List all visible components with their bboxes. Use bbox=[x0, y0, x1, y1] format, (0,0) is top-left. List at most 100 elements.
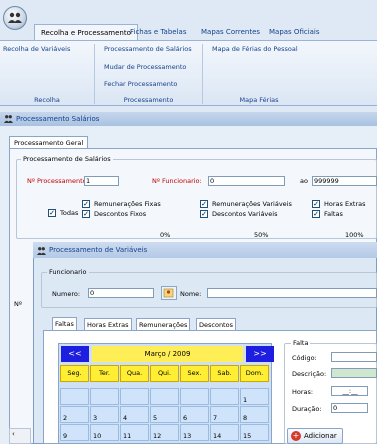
calendar-day[interactable] bbox=[90, 388, 119, 405]
inner-window-titlebar[interactable]: Processamento de Variáveis bbox=[33, 242, 377, 258]
calendar-day[interactable]: 3 bbox=[90, 406, 119, 423]
weekday-header: Qui. bbox=[150, 365, 179, 382]
weekday-header: Qua. bbox=[120, 365, 149, 382]
processamento-salarios-group bbox=[16, 159, 377, 239]
weekday-header: Seg. bbox=[60, 365, 89, 382]
calendar-day[interactable]: 9 bbox=[60, 424, 89, 441]
weekday-header: Ter. bbox=[90, 365, 119, 382]
horas-field[interactable]: __:__ bbox=[331, 386, 368, 396]
weekday-header: Sab. bbox=[210, 365, 239, 382]
duracao-field[interactable]: 0 bbox=[331, 403, 368, 413]
calendar-day[interactable]: 12 bbox=[150, 424, 179, 441]
calendar-day[interactable] bbox=[150, 388, 179, 405]
remuneracoes-fixas-checkbox[interactable]: ✓ bbox=[82, 200, 90, 208]
remuneracoes-variaveis-checkbox[interactable]: ✓ bbox=[200, 200, 208, 208]
tab-faltas[interactable]: Faltas bbox=[52, 317, 77, 331]
weekday-header: Dom. bbox=[240, 365, 269, 382]
descontos-variaveis-checkbox[interactable]: ✓ bbox=[200, 210, 208, 218]
faltas-label: Faltas bbox=[324, 210, 343, 218]
todas-label: Todas bbox=[60, 209, 79, 217]
ribbon-separator bbox=[202, 44, 203, 104]
ribbon-group-label-processamento: Processamento bbox=[123, 96, 174, 104]
people-icon bbox=[37, 247, 46, 255]
calendar-day[interactable]: 4 bbox=[120, 406, 149, 423]
descontos-fixos-label: Descontos Fixos bbox=[94, 210, 147, 218]
remuneracoes-variaveis-label: Remunerações Variáveis bbox=[212, 200, 292, 208]
todas-checkbox[interactable]: ✓ bbox=[48, 209, 56, 217]
weekday-header: Sex. bbox=[180, 365, 209, 382]
funcionario-group-title: Funcionario bbox=[47, 268, 89, 276]
horas-extras-label: Horas Extras bbox=[324, 200, 366, 208]
people-icon bbox=[4, 115, 13, 123]
tab-recolha-processamento[interactable]: Recolha e Processamento bbox=[34, 24, 138, 41]
n-funcionario-label: Nº Funcionario: bbox=[152, 177, 202, 185]
month-year-label: Março / 2009 bbox=[92, 346, 243, 362]
codigo-field[interactable] bbox=[331, 352, 377, 362]
faltas-checkbox[interactable]: ✓ bbox=[312, 210, 320, 218]
n-processamento-field[interactable]: 1 bbox=[84, 176, 119, 186]
numero-field[interactable]: 0 bbox=[88, 288, 154, 298]
adicionar-label: Adicionar bbox=[304, 432, 337, 440]
tab-mapas-correntes[interactable]: Mapas Correntes bbox=[195, 24, 266, 41]
processamento-salarios-button[interactable]: Processamento de Salários bbox=[104, 45, 192, 53]
horas-extras-checkbox[interactable]: ✓ bbox=[312, 200, 320, 208]
progress-label-0: 0% bbox=[160, 231, 171, 239]
outer-window-titlebar[interactable]: Processamento Salários bbox=[0, 112, 377, 126]
calendar-day[interactable] bbox=[120, 388, 149, 405]
prev-month-button[interactable]: << bbox=[61, 346, 89, 362]
fechar-processamento-button[interactable]: Fechar Processamento bbox=[104, 80, 177, 88]
descricao-label: Descrição: bbox=[292, 370, 327, 378]
recolha-variaveis-button[interactable]: Recolha de Variáveis bbox=[3, 45, 70, 53]
calendar-day[interactable]: 14 bbox=[210, 424, 239, 441]
descontos-variaveis-label: Descontos Variáveis bbox=[212, 210, 278, 218]
lookup-funcionario-button[interactable] bbox=[161, 286, 177, 300]
remuneracoes-fixas-label: Remunerações Fixas bbox=[94, 200, 161, 208]
list-header-fragment: Nº bbox=[14, 300, 22, 308]
people-icon bbox=[8, 12, 22, 23]
adicionar-button[interactable]: + Adicionar bbox=[287, 428, 343, 444]
ribbon-group-label-recolha: Recolha bbox=[34, 96, 60, 104]
calendar-day[interactable]: 1 bbox=[240, 388, 269, 405]
calendar-day[interactable]: 15 bbox=[240, 424, 269, 441]
calendar-day[interactable]: 6 bbox=[180, 406, 209, 423]
ao-label: ao bbox=[300, 177, 308, 185]
calendar-day[interactable]: 11 bbox=[120, 424, 149, 441]
progress-label-50: 50% bbox=[254, 231, 269, 239]
codigo-label: Código: bbox=[292, 354, 317, 362]
calendar-day[interactable] bbox=[60, 388, 89, 405]
ribbon-group-label-mapa-ferias: Mapa Férias bbox=[239, 96, 279, 104]
calendar-day[interactable] bbox=[210, 388, 239, 405]
calendar-day[interactable]: 10 bbox=[90, 424, 119, 441]
calendar-day[interactable]: 7 bbox=[210, 406, 239, 423]
add-icon: + bbox=[291, 431, 301, 441]
n-funcionario-to-field[interactable]: 999999 bbox=[312, 176, 377, 186]
duracao-label: Duração: bbox=[292, 405, 322, 413]
mudar-processamento-button[interactable]: Mudar de Processamento bbox=[104, 63, 186, 71]
calendar-day[interactable]: 2 bbox=[60, 406, 89, 423]
group-title: Processamento de Salários bbox=[21, 155, 113, 163]
search-person-icon bbox=[163, 288, 174, 298]
n-processamento-label: Nº Processamento: bbox=[27, 177, 89, 185]
app-menu-button[interactable] bbox=[3, 6, 27, 30]
nome-field[interactable] bbox=[207, 288, 377, 298]
tab-mapas-oficiais[interactable]: Mapas Oficiais bbox=[263, 24, 326, 41]
window-title: Processamento Salários bbox=[16, 115, 100, 123]
calendar-day[interactable]: 13 bbox=[180, 424, 209, 441]
calendar-day[interactable] bbox=[180, 388, 209, 405]
n-funcionario-field[interactable]: 0 bbox=[208, 176, 285, 186]
inner-window-title: Processamento de Variáveis bbox=[49, 246, 148, 254]
descontos-fixos-checkbox[interactable]: ✓ bbox=[82, 210, 90, 218]
progress-label-100: 100% bbox=[345, 231, 364, 239]
scroll-left-icon[interactable]: ‹ bbox=[12, 430, 15, 438]
numero-label: Numero: bbox=[52, 290, 81, 298]
nome-label: Nome: bbox=[180, 290, 202, 298]
descricao-field bbox=[331, 368, 377, 378]
calendar-day[interactable]: 8 bbox=[240, 406, 269, 423]
next-month-button[interactable]: >> bbox=[246, 346, 274, 362]
mapa-ferias-pessoal-button[interactable]: Mapa de Férias do Pessoal bbox=[212, 45, 298, 53]
falta-group-title: Falta bbox=[291, 339, 311, 347]
tab-fichas-tabelas[interactable]: Fichas e Tabelas bbox=[124, 24, 192, 41]
calendar-day[interactable]: 5 bbox=[150, 406, 179, 423]
ribbon-separator bbox=[94, 44, 95, 104]
horas-label: Horas: bbox=[292, 388, 314, 396]
